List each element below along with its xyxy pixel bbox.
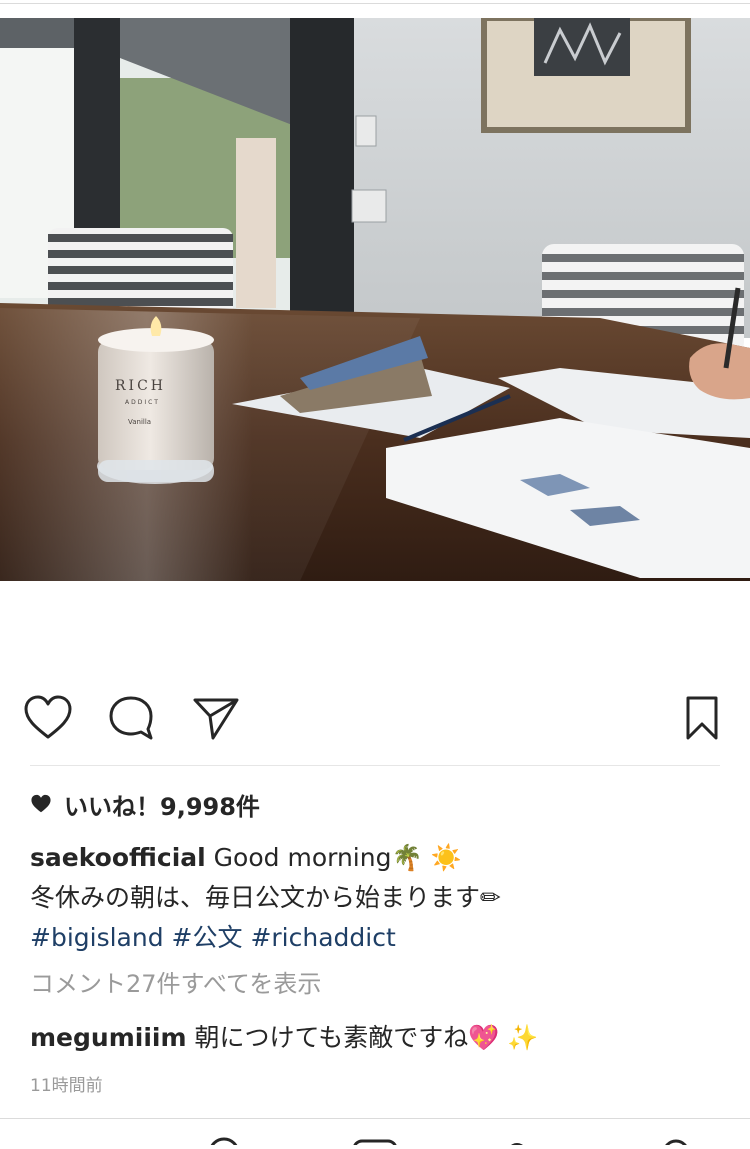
caption-text-2: 冬休みの朝は、毎日公文から始まります✏ — [30, 883, 501, 912]
post-timestamp: 11時間前 — [30, 1076, 103, 1096]
hashtag-link[interactable]: #richaddict — [250, 923, 395, 952]
comment-text: 朝につけても素敵ですね — [186, 1023, 469, 1052]
view-all-comments-link[interactable]: コメント27件すべてを表示 — [30, 964, 321, 1004]
paper-plane-icon[interactable] — [188, 690, 244, 746]
search-tab-icon[interactable] — [209, 1137, 239, 1149]
bookmark-icon[interactable] — [674, 690, 730, 746]
top-divider — [0, 3, 750, 4]
sparkles-emoji: ✨ — [507, 1023, 539, 1052]
likes-count[interactable]: いいね！9,998件 — [30, 788, 260, 821]
likes-text: いいね！9,998件 — [64, 792, 260, 821]
heart-filled-icon — [30, 794, 52, 814]
author-username[interactable]: saekoofficial — [30, 843, 206, 872]
sparkling-heart-emoji: 💖 — [468, 1023, 500, 1052]
sun-emoji: ☀️ — [430, 843, 462, 872]
candle-brand-text: RICH — [115, 378, 166, 394]
palm-tree-emoji: 🌴 — [391, 843, 423, 872]
comment-bubble-icon[interactable] — [103, 690, 159, 746]
candle-sub-text: ADDICT — [125, 399, 160, 406]
post-photo[interactable]: RICH ADDICT Vanilla — [0, 18, 750, 581]
heart-outline-icon[interactable] — [20, 690, 76, 746]
action-divider — [30, 765, 720, 766]
comment-username[interactable]: megumiiim — [30, 1023, 187, 1052]
caption-text-1: Good morning — [205, 843, 392, 872]
hashtag-link[interactable]: #公文 — [172, 923, 243, 952]
hashtag-link[interactable]: #bigisland — [30, 923, 164, 952]
post-caption: saekoofficial Good morning🌴 ☀️ 冬休みの朝は、毎日… — [30, 838, 720, 958]
post-action-bar — [0, 690, 750, 754]
comment-item: megumiiim 朝につけても素敵ですね💖 ✨ — [30, 1018, 538, 1058]
tab-bar — [0, 1119, 750, 1149]
candle-scent-text: Vanilla — [128, 418, 151, 426]
profile-tab-icon[interactable] — [663, 1139, 689, 1149]
add-post-tab-icon[interactable] — [352, 1139, 398, 1149]
